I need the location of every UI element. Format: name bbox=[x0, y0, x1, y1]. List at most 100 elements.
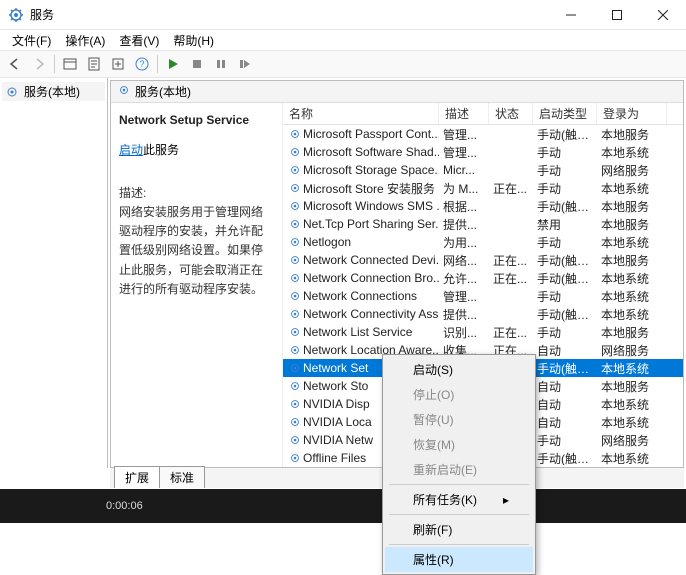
cell-desc: 管理... bbox=[439, 126, 489, 143]
minimize-button[interactable] bbox=[548, 0, 594, 30]
title-bar: 服务 bbox=[0, 0, 686, 30]
cell-startup: 手动 bbox=[533, 432, 597, 449]
gear-icon bbox=[287, 252, 303, 268]
cell-name: Microsoft Store 安装服务 bbox=[283, 180, 439, 197]
content-header: 服务(本地) bbox=[111, 81, 683, 103]
toolbar-sep bbox=[54, 55, 55, 73]
gear-icon bbox=[287, 126, 303, 142]
cell-startup: 自动 bbox=[533, 396, 597, 413]
cell-desc: 为用... bbox=[439, 234, 489, 251]
cell-startup: 自动 bbox=[533, 342, 597, 359]
cell-desc: 提供... bbox=[439, 306, 489, 323]
table-row[interactable]: Microsoft Store 安装服务为 M...正在...手动本地系统 bbox=[283, 179, 683, 197]
media-time: 0:00:06 bbox=[106, 500, 143, 512]
table-row[interactable]: Microsoft Storage Space...Micr...手动网络服务 bbox=[283, 161, 683, 179]
cell-name: Netlogon bbox=[283, 234, 439, 250]
gear-icon bbox=[287, 216, 303, 232]
col-startup[interactable]: 启动类型 bbox=[533, 103, 597, 124]
gear-icon bbox=[117, 83, 131, 100]
cell-startup: 手动(触发... bbox=[533, 252, 597, 269]
gear-icon bbox=[287, 180, 303, 196]
cell-startup: 手动(触发... bbox=[533, 126, 597, 143]
cell-startup: 手动 bbox=[533, 162, 597, 179]
context-item: 重新启动(E) bbox=[385, 457, 533, 482]
cell-desc: Micr... bbox=[439, 163, 489, 177]
cell-startup: 手动 bbox=[533, 144, 597, 161]
cell-logon: 本地系统 bbox=[597, 360, 667, 377]
table-row[interactable]: Microsoft Passport Cont...管理...手动(触发...本… bbox=[283, 125, 683, 143]
cell-startup: 手动 bbox=[533, 234, 597, 251]
context-item: 停止(O) bbox=[385, 382, 533, 407]
action-link-suffix: 此服务 bbox=[143, 143, 179, 157]
tab-standard[interactable]: 标准 bbox=[159, 466, 205, 488]
table-row[interactable]: Network Connections管理...手动本地系统 bbox=[283, 287, 683, 305]
cell-startup: 手动(触发... bbox=[533, 306, 597, 323]
properties-button[interactable] bbox=[83, 53, 105, 75]
context-item[interactable]: 属性(R) bbox=[385, 547, 533, 572]
start-button[interactable] bbox=[162, 53, 184, 75]
gear-icon bbox=[287, 306, 303, 322]
table-row[interactable]: Network Connected Devi...网络...正在...手动(触发… bbox=[283, 251, 683, 269]
gear-icon bbox=[287, 234, 303, 250]
pause-button[interactable] bbox=[210, 53, 232, 75]
col-desc[interactable]: 描述 bbox=[439, 103, 489, 124]
cell-desc: 管理... bbox=[439, 144, 489, 161]
gear-icon bbox=[287, 360, 303, 376]
table-row[interactable]: Network Connectivity Ass...提供...手动(触发...… bbox=[283, 305, 683, 323]
table-row[interactable]: Net.Tcp Port Sharing Ser...提供...禁用本地服务 bbox=[283, 215, 683, 233]
chevron-right-icon: ▸ bbox=[503, 493, 509, 507]
gear-icon bbox=[287, 270, 303, 286]
cell-name: Network Connected Devi... bbox=[283, 252, 439, 268]
gear-icon bbox=[287, 342, 303, 358]
menu-help[interactable]: 帮助(H) bbox=[167, 30, 220, 51]
start-link[interactable]: 启动 bbox=[119, 143, 143, 157]
gear-icon bbox=[287, 144, 303, 160]
context-item[interactable]: 启动(S) bbox=[385, 357, 533, 382]
table-row[interactable]: Microsoft Windows SMS ...根据...手动(触发...本地… bbox=[283, 197, 683, 215]
maximize-button[interactable] bbox=[594, 0, 640, 30]
context-item[interactable]: 所有任务(K)▸ bbox=[385, 487, 533, 512]
col-name[interactable]: 名称 bbox=[283, 103, 439, 124]
cell-name: Microsoft Passport Cont... bbox=[283, 126, 439, 142]
menu-action[interactable]: 操作(A) bbox=[59, 30, 111, 51]
col-logon[interactable]: 登录为 bbox=[597, 103, 667, 124]
close-button[interactable] bbox=[640, 0, 686, 30]
tree-root[interactable]: 服务(本地) bbox=[2, 82, 105, 101]
cell-startup: 手动 bbox=[533, 180, 597, 197]
help-button[interactable]: ? bbox=[131, 53, 153, 75]
cell-desc: 提供... bbox=[439, 216, 489, 233]
cell-name: Network Connection Bro... bbox=[283, 270, 439, 286]
table-row[interactable]: Network List Service识别...正在...手动本地服务 bbox=[283, 323, 683, 341]
cell-logon: 网络服务 bbox=[597, 162, 667, 179]
menu-view[interactable]: 查看(V) bbox=[113, 30, 165, 51]
menu-file[interactable]: 文件(F) bbox=[6, 30, 57, 51]
table-row[interactable]: Network Connection Bro...允许...正在...手动(触发… bbox=[283, 269, 683, 287]
cell-logon: 本地系统 bbox=[597, 144, 667, 161]
details-pane: Network Setup Service 启动此服务 描述: 网络安装服务用于… bbox=[111, 103, 283, 467]
forward-button[interactable] bbox=[28, 53, 50, 75]
main-area: 服务(本地) 服务(本地) Network Setup Service 启动此服… bbox=[0, 78, 686, 468]
cell-desc: 为 M... bbox=[439, 180, 489, 197]
cell-logon: 本地服务 bbox=[597, 252, 667, 269]
cell-name: Network Connections bbox=[283, 288, 439, 304]
toolbar: ? bbox=[0, 50, 686, 78]
cell-logon: 本地系统 bbox=[597, 414, 667, 431]
tree-root-label: 服务(本地) bbox=[24, 83, 80, 100]
context-item: 暂停(U) bbox=[385, 407, 533, 432]
context-item[interactable]: 刷新(F) bbox=[385, 517, 533, 542]
restart-button[interactable] bbox=[234, 53, 256, 75]
stop-button[interactable] bbox=[186, 53, 208, 75]
export-button[interactable] bbox=[107, 53, 129, 75]
context-menu[interactable]: 启动(S)停止(O)暂停(U)恢复(M)重新启动(E)所有任务(K)▸刷新(F)… bbox=[382, 354, 536, 575]
cell-name: Network List Service bbox=[283, 324, 439, 340]
table-row[interactable]: Netlogon为用...手动本地系统 bbox=[283, 233, 683, 251]
col-status[interactable]: 状态 bbox=[489, 103, 533, 124]
cell-status: 正在... bbox=[489, 252, 533, 269]
table-row[interactable]: Microsoft Software Shad...管理...手动本地系统 bbox=[283, 143, 683, 161]
cell-logon: 网络服务 bbox=[597, 342, 667, 359]
cell-status: 正在... bbox=[489, 270, 533, 287]
back-button[interactable] bbox=[4, 53, 26, 75]
context-sep bbox=[389, 514, 529, 515]
show-hide-button[interactable] bbox=[59, 53, 81, 75]
tab-extended[interactable]: 扩展 bbox=[114, 466, 160, 488]
